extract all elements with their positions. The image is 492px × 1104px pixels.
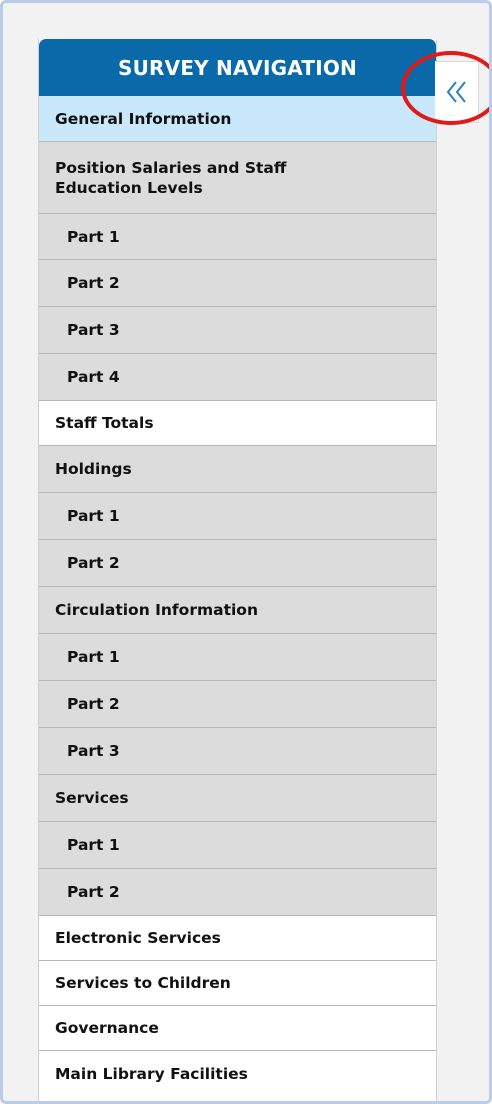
nav-item-services-to-children[interactable]: Services to Children xyxy=(39,961,436,1006)
nav-item-label: Part 2 xyxy=(67,274,120,292)
nav-item-label: Part 1 xyxy=(67,227,120,246)
nav-item-circulation-part-1[interactable]: Part 1 xyxy=(39,634,436,681)
nav-item-label: Part 1 xyxy=(67,836,120,854)
nav-item-circulation-part-2[interactable]: Part 2 xyxy=(39,681,436,728)
nav-item-label: Part 3 xyxy=(67,321,120,339)
nav-item-position-salaries-part-4[interactable]: Part 4 xyxy=(39,354,436,401)
window-frame: SURVEY NAVIGATION General Information Po… xyxy=(0,0,492,1104)
nav-item-holdings-part-2[interactable]: Part 2 xyxy=(39,540,436,587)
nav-item-circulation-part-3[interactable]: Part 3 xyxy=(39,728,436,775)
nav-item-label: Electronic Services xyxy=(55,929,221,947)
nav-item-label: Part 2 xyxy=(67,554,120,572)
nav-item-label: Holdings xyxy=(55,460,132,478)
nav-item-general-information[interactable]: General Information xyxy=(39,96,436,142)
nav-item-label: Governance xyxy=(55,1019,159,1037)
nav-item-holdings-part-1[interactable]: Part 1 xyxy=(39,493,436,540)
nav-item-position-salaries-part-3[interactable]: Part 3 xyxy=(39,307,436,354)
panel-header-title: SURVEY NAVIGATION xyxy=(118,55,357,80)
nav-item-label: Circulation Information xyxy=(55,601,258,619)
nav-item-holdings[interactable]: Holdings xyxy=(39,446,436,493)
nav-item-label: Services to Children xyxy=(55,974,231,992)
collapse-panel-button[interactable] xyxy=(435,61,479,123)
nav-item-main-library-facilities[interactable]: Main Library Facilities xyxy=(39,1051,436,1096)
nav-item-label: Position Salaries and Staff Education Le… xyxy=(55,158,287,197)
nav-item-staff-totals[interactable]: Staff Totals xyxy=(39,401,436,446)
double-chevron-left-icon xyxy=(446,81,466,103)
nav-item-electronic-services[interactable]: Electronic Services xyxy=(39,916,436,961)
nav-item-label: Part 2 xyxy=(67,883,120,901)
nav-item-label: Part 1 xyxy=(67,648,120,666)
nav-item-label: Services xyxy=(55,789,129,807)
nav-item-label: Part 3 xyxy=(67,742,120,760)
nav-item-label: Main Library Facilities xyxy=(55,1064,248,1083)
nav-item-label: Staff Totals xyxy=(55,414,154,432)
nav-item-services-part-2[interactable]: Part 2 xyxy=(39,869,436,916)
nav-item-governance[interactable]: Governance xyxy=(39,1006,436,1051)
survey-navigation-panel: SURVEY NAVIGATION General Information Po… xyxy=(38,39,437,1101)
panel-header: SURVEY NAVIGATION xyxy=(39,39,436,96)
nav-item-label: Part 2 xyxy=(67,695,120,713)
nav-item-label: General Information xyxy=(55,109,232,128)
nav-item-services-part-1[interactable]: Part 1 xyxy=(39,822,436,869)
nav-item-position-salaries-part-2[interactable]: Part 2 xyxy=(39,260,436,307)
nav-item-label: Part 1 xyxy=(67,507,120,525)
nav-item-position-salaries[interactable]: Position Salaries and Staff Education Le… xyxy=(39,142,436,214)
nav-item-label: Part 4 xyxy=(67,368,120,386)
nav-item-services[interactable]: Services xyxy=(39,775,436,822)
nav-item-circulation-information[interactable]: Circulation Information xyxy=(39,587,436,634)
nav-item-position-salaries-part-1[interactable]: Part 1 xyxy=(39,214,436,260)
